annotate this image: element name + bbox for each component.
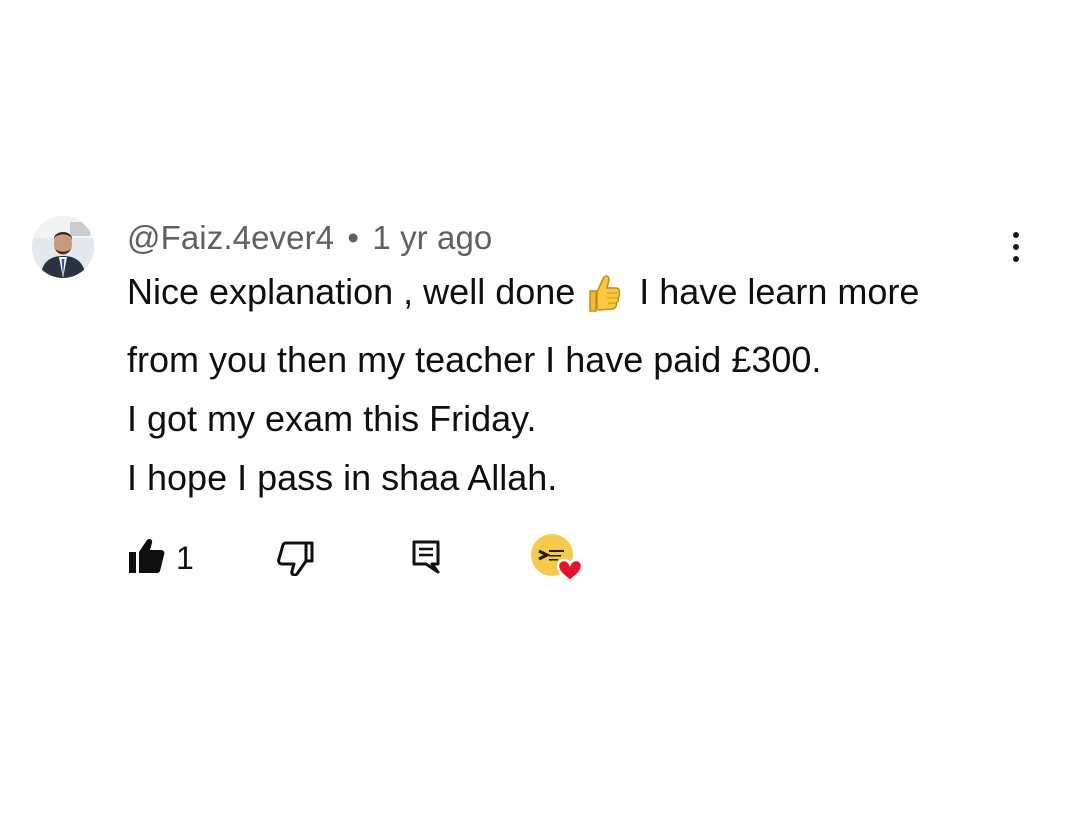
dislike-button[interactable] — [276, 540, 316, 581]
reply-comment-icon — [412, 540, 440, 579]
comment-timestamp[interactable]: 1 yr ago — [372, 219, 492, 256]
thumbs-up-icon — [128, 538, 166, 579]
meta-separator: • — [347, 219, 360, 256]
thumbs-down-icon — [276, 540, 316, 581]
comment-text: Nice explanation , well done I have lear… — [127, 262, 1047, 507]
author-handle[interactable]: @Faiz.4ever4 — [127, 219, 334, 256]
comment-text-part-1: Nice explanation , well done — [127, 271, 576, 312]
comment-thread: @Faiz.4ever4 • 1 yr ago Nice explanation… — [0, 0, 1080, 828]
comment-line-3: I got my exam this Friday. — [127, 398, 537, 439]
like-button[interactable]: 1 — [128, 538, 194, 579]
thumbs-up-emoji-icon — [587, 271, 621, 330]
comment-text-part-2: I have learn more — [639, 271, 920, 312]
comment-line-4: I hope I pass in shaa Allah. — [127, 457, 558, 498]
comment-actions: 1 — [0, 530, 1080, 590]
comment-meta: @Faiz.4ever4 • 1 yr ago — [127, 219, 492, 257]
comment-line-2: from you then my teacher I have paid £30… — [127, 339, 822, 380]
heart-icon — [556, 558, 584, 583]
creator-heart-badge[interactable] — [530, 533, 586, 585]
comment-line-1: Nice explanation , well done I have lear… — [127, 262, 1047, 330]
like-count: 1 — [176, 540, 194, 576]
reply-button[interactable] — [412, 540, 440, 579]
user-avatar[interactable] — [32, 216, 94, 278]
